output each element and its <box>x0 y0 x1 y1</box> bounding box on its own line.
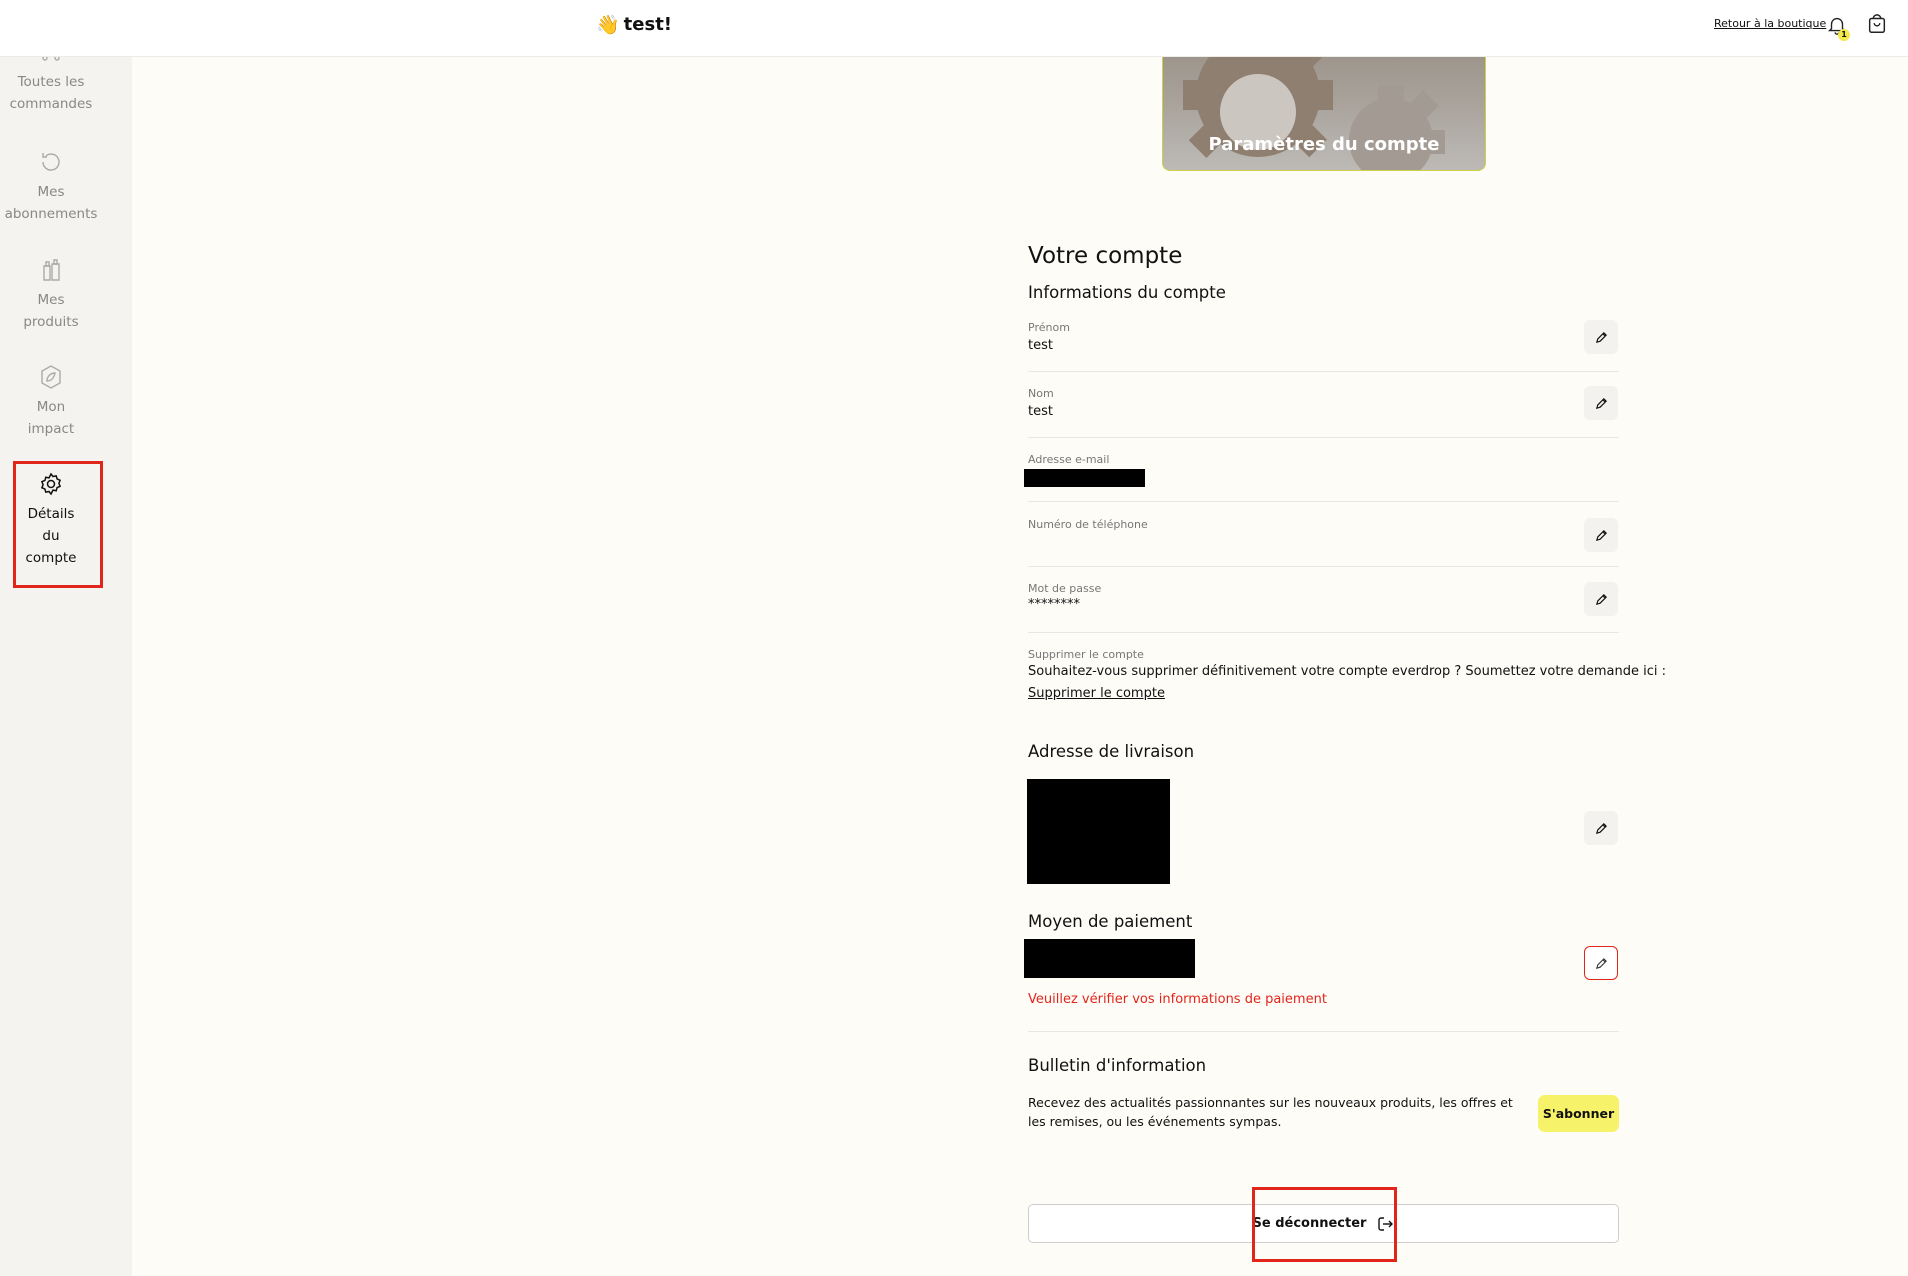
sidebar-label: commandes <box>9 96 93 112</box>
divider <box>1028 501 1619 502</box>
sidebar-label: abonnements <box>4 206 98 222</box>
sidebar-label: Détails <box>27 506 75 522</box>
sidebar-label: compte <box>25 550 77 566</box>
pencil-icon <box>1595 822 1607 834</box>
sidebar-item-account-details[interactable]: Détails du compte <box>0 471 102 569</box>
sidebar: Toutes les commandes Mes abonnements Mes… <box>0 46 132 1276</box>
divider <box>1028 566 1619 567</box>
edit-password-button[interactable] <box>1584 582 1618 616</box>
account-settings-banner: Paramètres du compte <box>1162 40 1486 171</box>
pencil-icon <box>1595 529 1607 541</box>
newsletter-description: Recevez des actualités passionnantes sur… <box>1028 1095 1513 1129</box>
logout-button[interactable]: Se déconnecter <box>1028 1204 1619 1243</box>
divider <box>1028 1031 1619 1032</box>
payment-method-redacted <box>1024 939 1195 978</box>
edit-first-name-button[interactable] <box>1584 320 1618 354</box>
logout-icon <box>1378 1216 1394 1231</box>
pencil-icon <box>1595 397 1607 409</box>
delivery-address-redacted <box>1027 779 1170 884</box>
pencil-icon <box>1595 331 1607 343</box>
edit-payment-button[interactable] <box>1584 946 1618 980</box>
password-value: ******** <box>1028 597 1080 612</box>
subscribe-button[interactable]: S'abonner <box>1538 1095 1619 1132</box>
last-name-label: Nom <box>1028 387 1054 400</box>
delete-account-text: Souhaitez-vous supprimer définitivement … <box>1028 664 1666 679</box>
refresh-icon <box>42 153 60 171</box>
last-name-value: test <box>1028 404 1053 419</box>
divider <box>1028 632 1619 633</box>
back-to-shop-link[interactable]: Retour à la boutique <box>1714 17 1826 30</box>
delete-account-label: Supprimer le compte <box>1028 648 1144 661</box>
page-title: Votre compte <box>1028 243 1183 269</box>
sidebar-label: produits <box>23 314 79 330</box>
sidebar-label: impact <box>27 421 75 437</box>
account-info-heading: Informations du compte <box>1028 283 1226 302</box>
sidebar-item-products[interactable]: Mes produits <box>0 257 102 333</box>
pencil-icon <box>1595 957 1607 969</box>
sidebar-label: Mes <box>37 184 65 200</box>
gear-icon <box>40 472 62 496</box>
notification-badge: 1 <box>1838 29 1850 41</box>
password-label: Mot de passe <box>1028 582 1102 595</box>
edit-phone-button[interactable] <box>1584 518 1618 552</box>
cart-icon[interactable] <box>1866 13 1888 35</box>
divider <box>1028 437 1619 438</box>
greeting: 👋 test! <box>596 13 672 36</box>
top-bar: 👋 test! Retour à la boutique 1 <box>0 0 1908 57</box>
newsletter-heading: Bulletin d'information <box>1028 1056 1207 1075</box>
sidebar-label: Mes <box>37 292 65 308</box>
leaf-icon <box>41 365 61 389</box>
delivery-address-heading: Adresse de livraison <box>1028 742 1195 761</box>
banner-title: Paramètres du compte <box>1208 134 1440 155</box>
phone-label: Numéro de téléphone <box>1028 518 1148 531</box>
bottles-icon <box>43 259 60 281</box>
email-redacted <box>1024 469 1145 487</box>
payment-error-message: Veuillez vérifier vos informations de pa… <box>1028 992 1327 1007</box>
sidebar-item-impact[interactable]: Mon impact <box>0 364 102 440</box>
sidebar-item-subscriptions[interactable]: Mes abonnements <box>0 149 102 225</box>
delete-account-link[interactable]: Supprimer le compte <box>1028 686 1165 701</box>
greeting-text: test! <box>623 14 673 35</box>
pencil-icon <box>1595 593 1607 605</box>
edit-address-button[interactable] <box>1584 811 1618 845</box>
wave-icon: 👋 <box>596 14 620 36</box>
payment-method-heading: Moyen de paiement <box>1028 912 1193 931</box>
email-label: Adresse e-mail <box>1028 453 1110 466</box>
divider <box>1028 371 1619 372</box>
logout-label: Se déconnecter <box>1252 1216 1367 1231</box>
sidebar-label: Mon <box>36 399 66 415</box>
edit-last-name-button[interactable] <box>1584 386 1618 420</box>
first-name-label: Prénom <box>1028 321 1070 334</box>
sidebar-label: Toutes les <box>17 74 85 90</box>
first-name-value: test <box>1028 338 1053 353</box>
sidebar-label: du <box>42 528 60 544</box>
